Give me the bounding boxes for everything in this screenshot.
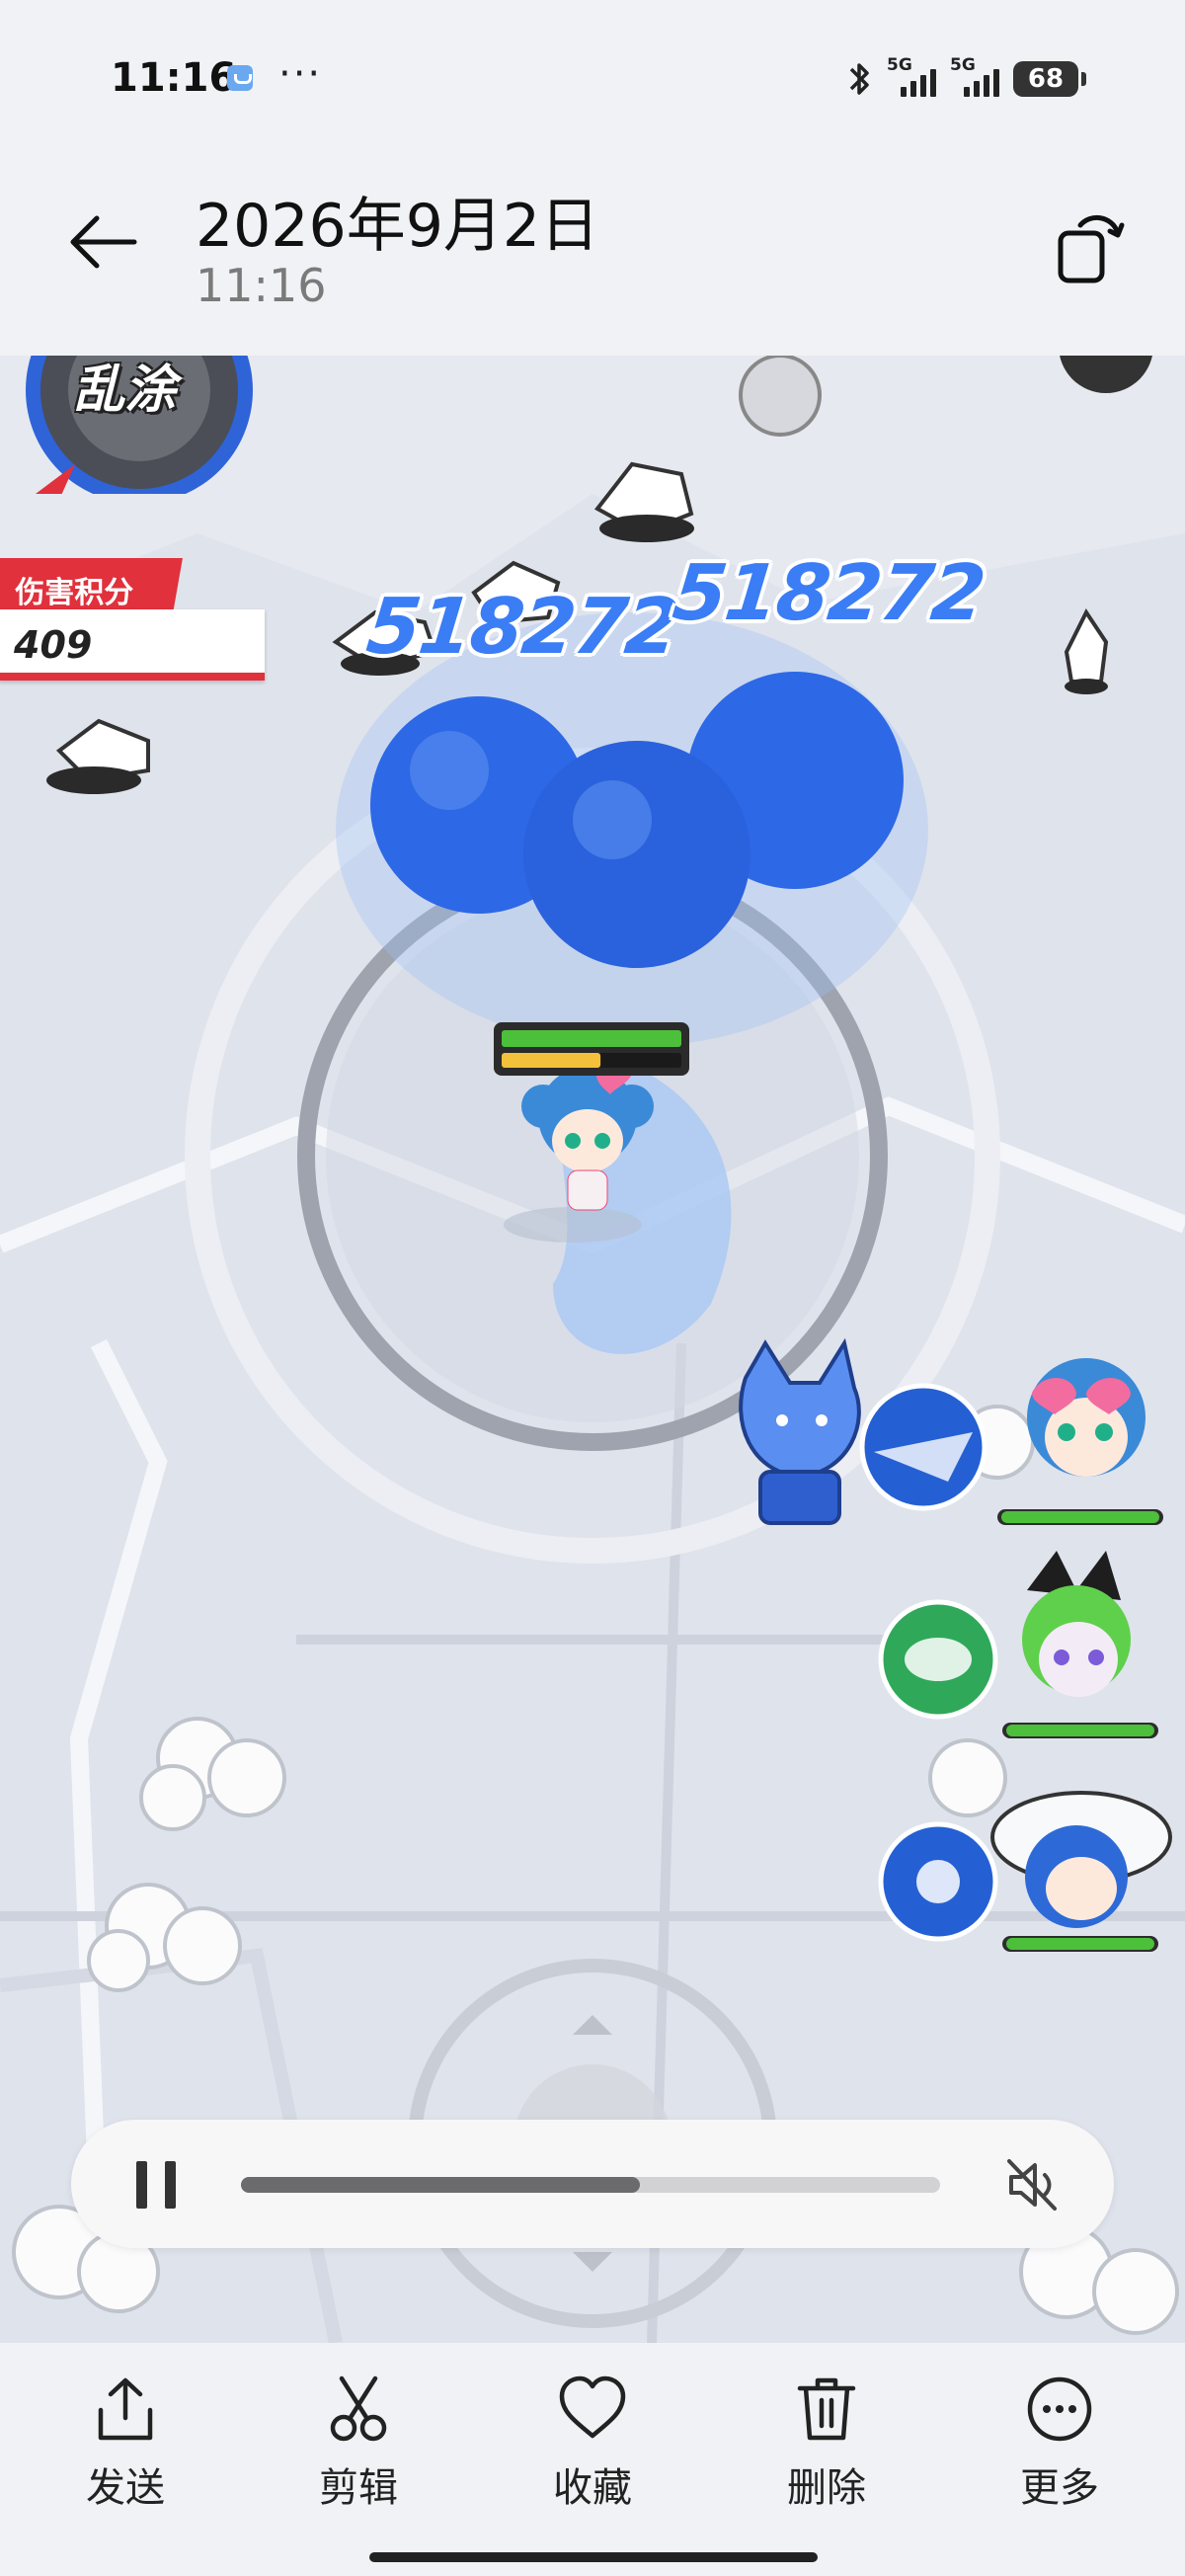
- heart-icon: [559, 2375, 626, 2439]
- back-button[interactable]: [59, 198, 148, 286]
- page-subtitle: 11:16: [196, 259, 327, 312]
- home-indicator[interactable]: [369, 2552, 818, 2562]
- status-indicators: 5G 5G 68: [845, 55, 1086, 101]
- edit-button[interactable]: 剪辑: [279, 2373, 437, 2521]
- mute-button[interactable]: [1001, 2155, 1063, 2214]
- game-mode-label: 乱涂: [73, 361, 177, 420]
- favorite-button[interactable]: 收藏: [514, 2373, 672, 2521]
- trash-icon: [797, 2377, 856, 2441]
- bluetooth-icon: [849, 63, 869, 95]
- more-dots-icon: [1027, 2376, 1092, 2442]
- edit-label: 剪辑: [319, 2465, 398, 2511]
- damage-number: 518272: [669, 549, 988, 638]
- signal-5g-icon: 5G: [887, 55, 938, 99]
- status-time: 11:16: [111, 55, 237, 101]
- battery-icon: 68: [1013, 61, 1086, 97]
- bottom-toolbar: 发送 剪辑 收藏 删除 更多: [0, 2343, 1185, 2576]
- speaker-muted-icon: [1007, 2159, 1057, 2211]
- page-title: 2026年9月2日: [196, 192, 600, 261]
- pause-button[interactable]: [132, 2157, 188, 2213]
- delete-button[interactable]: 删除: [748, 2373, 906, 2521]
- send-button[interactable]: 发送: [46, 2373, 204, 2521]
- damage-score-value: 409: [0, 609, 265, 681]
- more-notifications-icon: ···: [278, 51, 323, 97]
- damage-score-label-text: 伤害积分: [15, 576, 134, 610]
- share-icon: [98, 2377, 153, 2441]
- rotate-button[interactable]: [1051, 205, 1134, 288]
- damage-number: 518272: [362, 583, 682, 672]
- status-bar: 11:16 ··· 5G 5G 68: [0, 0, 1185, 128]
- send-label: 发送: [86, 2465, 165, 2511]
- scissors-icon: [330, 2375, 387, 2442]
- damage-score-label: 伤害积分: [0, 558, 183, 613]
- rotate-screen-icon: [1058, 215, 1125, 283]
- game-mode-badge: 乱涂: [16, 356, 263, 509]
- health-bar-fill: [502, 1030, 681, 1047]
- favorite-label: 收藏: [553, 2465, 632, 2511]
- progress-fill: [241, 2177, 640, 2193]
- damage-score-card: 伤害积分 409: [0, 558, 276, 686]
- screen: 11:16 ··· 5G 5G 68 2026年9月2日 11:16 51827…: [0, 0, 1185, 2576]
- energy-bar-fill: [502, 1053, 601, 1068]
- video-progress-bar[interactable]: [241, 2177, 940, 2193]
- battery-level: 68: [1027, 64, 1065, 94]
- more-label: 更多: [1020, 2465, 1099, 2511]
- playback-controls: [71, 2120, 1114, 2248]
- player-status-bars: [494, 1022, 689, 1076]
- viewer-header: 2026年9月2日 11:16: [0, 128, 1185, 356]
- more-button[interactable]: 更多: [981, 2373, 1139, 2521]
- notification-app-icon: [227, 65, 253, 91]
- signal-5g-icon: 5G: [950, 55, 1001, 99]
- arrow-left-icon: [70, 215, 137, 269]
- video-frame[interactable]: 518272 518272 乱涂 伤害积分 409: [0, 356, 1185, 2343]
- delete-label: 删除: [787, 2465, 866, 2511]
